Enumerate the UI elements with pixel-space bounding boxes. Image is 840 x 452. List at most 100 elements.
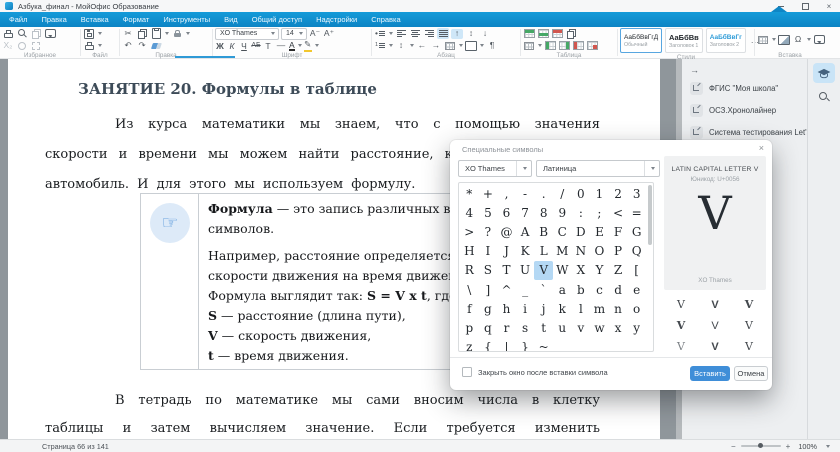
- zoom-in-icon[interactable]: +: [786, 442, 791, 451]
- insert-row-below-icon[interactable]: [537, 29, 549, 39]
- zoom-track[interactable]: [741, 445, 781, 447]
- table-menu-icon[interactable]: [523, 41, 535, 51]
- char-cell[interactable]: ]: [479, 280, 498, 299]
- pages-icon[interactable]: [30, 29, 42, 39]
- char-cell[interactable]: d: [609, 280, 628, 299]
- char-cell[interactable]: ,: [497, 184, 516, 203]
- font-variant-v[interactable]: V: [732, 315, 766, 336]
- sidebar-item-2[interactable]: Система тестирования Let's test: [690, 125, 805, 139]
- search-icon[interactable]: [16, 29, 28, 39]
- undo-icon[interactable]: ↶: [122, 41, 134, 51]
- insert-image-icon[interactable]: [778, 35, 790, 45]
- char-cell[interactable]: `: [534, 280, 553, 299]
- valign-bottom-icon[interactable]: ↓: [479, 29, 491, 39]
- char-cell[interactable]: +: [479, 184, 498, 203]
- char-cell[interactable]: [: [627, 261, 646, 280]
- highlight-color-button[interactable]: ✎: [304, 40, 312, 52]
- print-icon[interactable]: [2, 29, 14, 39]
- char-cell[interactable]: P: [609, 242, 628, 261]
- char-cell[interactable]: 5: [479, 203, 498, 222]
- protect-icon[interactable]: [171, 29, 183, 39]
- char-cell[interactable]: V: [534, 261, 553, 280]
- delete-col-icon[interactable]: [572, 41, 584, 51]
- char-cell[interactable]: H: [460, 242, 479, 261]
- char-cell[interactable]: N: [572, 242, 591, 261]
- font-variant-v[interactable]: V: [732, 336, 766, 357]
- delete-row-icon[interactable]: [551, 29, 563, 39]
- char-cell[interactable]: a: [553, 280, 572, 299]
- rail-search-button[interactable]: [813, 87, 835, 107]
- char-cell[interactable]: @: [497, 222, 516, 241]
- char-cell[interactable]: j: [534, 299, 553, 318]
- sidebar-item-1[interactable]: ОСЗ.Хронолайнер: [690, 103, 805, 117]
- char-cell[interactable]: z: [460, 338, 479, 353]
- align-justify-icon[interactable]: [437, 28, 449, 39]
- font-variant-v[interactable]: V: [664, 336, 698, 357]
- char-cell[interactable]: t: [534, 318, 553, 337]
- char-cell[interactable]: \: [460, 280, 479, 299]
- char-cell[interactable]: k: [553, 299, 572, 318]
- macro-icon[interactable]: [16, 41, 28, 51]
- char-cell[interactable]: l: [572, 299, 591, 318]
- font-variant-v[interactable]: V: [698, 315, 732, 336]
- case-button[interactable]: Т: [263, 41, 273, 51]
- insert-col-left-icon[interactable]: [544, 41, 556, 51]
- char-cell[interactable]: y: [627, 318, 646, 337]
- char-cell[interactable]: {: [479, 338, 498, 353]
- grid-scrollbar-thumb[interactable]: [648, 185, 652, 245]
- char-cell[interactable]: >: [460, 222, 479, 241]
- char-cell[interactable]: ^: [497, 280, 516, 299]
- more-dash-icon[interactable]: —: [275, 41, 287, 51]
- font-name-select[interactable]: XO Thames: [215, 28, 279, 40]
- char-cell[interactable]: r: [497, 318, 516, 337]
- char-cell[interactable]: X: [572, 261, 591, 280]
- copy-icon[interactable]: [136, 29, 148, 39]
- char-cell[interactable]: 1: [590, 184, 609, 203]
- char-cell[interactable]: M: [553, 242, 572, 261]
- char-cell[interactable]: Q: [627, 242, 646, 261]
- char-cell[interactable]: U: [516, 261, 535, 280]
- zoom-dropdown-icon[interactable]: [826, 445, 830, 448]
- valign-middle-icon[interactable]: ↕: [465, 29, 477, 39]
- char-cell[interactable]: L: [534, 242, 553, 261]
- char-cell[interactable]: [553, 338, 572, 353]
- char-cell[interactable]: :: [572, 203, 591, 222]
- char-cell[interactable]: _: [516, 280, 535, 299]
- char-cell[interactable]: 2: [609, 184, 628, 203]
- insert-table-icon[interactable]: [757, 35, 769, 45]
- line-spacing-icon[interactable]: ↕: [395, 41, 407, 51]
- subset-dropdown[interactable]: Латиница: [536, 160, 660, 177]
- font-color-button[interactable]: А: [289, 41, 295, 51]
- char-cell[interactable]: E: [590, 222, 609, 241]
- align-right-icon[interactable]: [423, 28, 435, 39]
- char-cell[interactable]: D: [572, 222, 591, 241]
- valign-top-icon[interactable]: ↑: [451, 29, 463, 39]
- char-cell[interactable]: W: [553, 261, 572, 280]
- education-button[interactable]: [813, 63, 835, 83]
- char-cell[interactable]: I: [479, 242, 498, 261]
- char-cell[interactable]: p: [460, 318, 479, 337]
- font-variant-v[interactable]: V: [698, 294, 732, 315]
- cut-icon[interactable]: ✂: [122, 29, 134, 39]
- char-cell[interactable]: w: [590, 318, 609, 337]
- underline-button[interactable]: Ч: [239, 41, 249, 51]
- menu-item-5[interactable]: Вид: [217, 12, 245, 27]
- menu-item-1[interactable]: Правка: [34, 12, 73, 27]
- char-cell[interactable]: <: [609, 203, 628, 222]
- char-cell[interactable]: K: [516, 242, 535, 261]
- expand-icon[interactable]: [30, 41, 42, 51]
- char-cell[interactable]: /: [553, 184, 572, 203]
- char-cell[interactable]: 3: [627, 184, 646, 203]
- char-cell[interactable]: T: [497, 261, 516, 280]
- char-cell[interactable]: b: [572, 280, 591, 299]
- zoom-out-icon[interactable]: −: [731, 442, 736, 451]
- char-cell[interactable]: J: [497, 242, 516, 261]
- style-normal[interactable]: АаБбВвГгД Обычный: [620, 28, 662, 53]
- borders-icon[interactable]: [444, 41, 456, 51]
- char-cell[interactable]: G: [627, 222, 646, 241]
- style-heading1[interactable]: АаБбВв Заголовок 1: [665, 28, 703, 53]
- redo-icon[interactable]: ↷: [136, 41, 148, 51]
- char-cell[interactable]: Z: [609, 261, 628, 280]
- char-cell[interactable]: e: [627, 280, 646, 299]
- paste-icon[interactable]: [150, 29, 162, 39]
